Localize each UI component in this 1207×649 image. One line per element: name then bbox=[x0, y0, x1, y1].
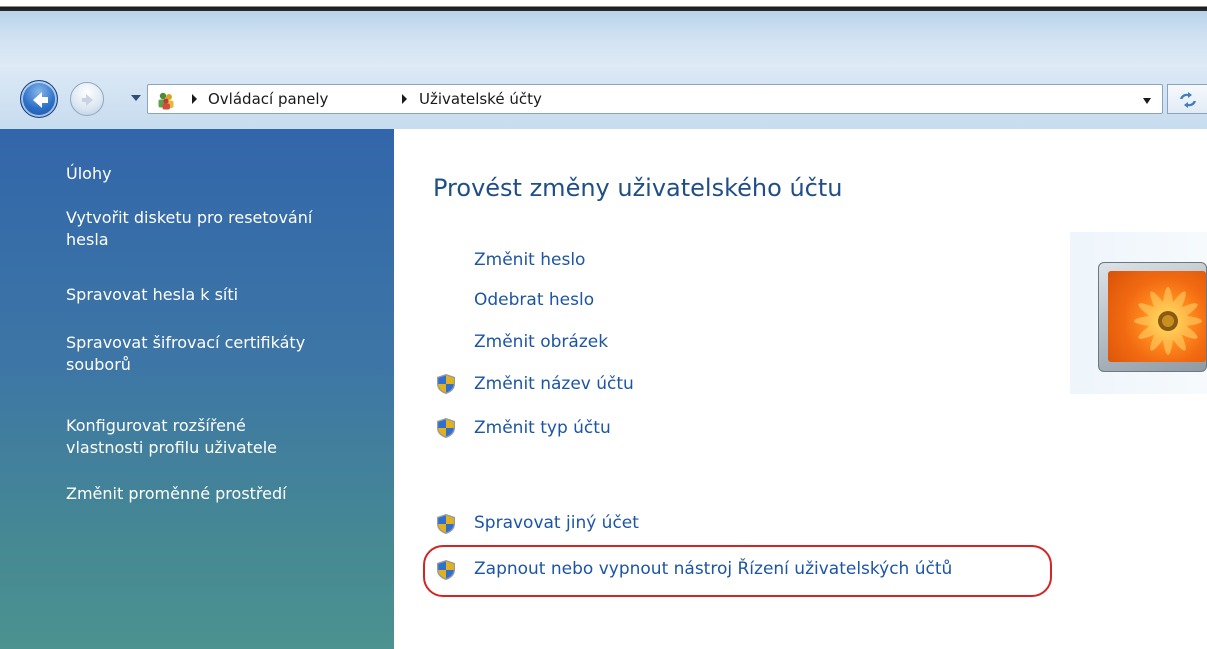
sidebar-item-label: Vytvořit disketu pro resetování bbox=[66, 208, 313, 227]
sidebar-item-label: hesla bbox=[66, 230, 109, 249]
refresh-button[interactable] bbox=[1167, 84, 1207, 114]
address-bar[interactable]: Ovládací panely Uživatelské účty bbox=[147, 84, 1163, 114]
recent-pages-dropdown[interactable] bbox=[130, 93, 142, 103]
window-top-edge bbox=[0, 0, 1207, 11]
users-icon bbox=[158, 92, 174, 110]
refresh-icon bbox=[1180, 92, 1196, 108]
sidebar-item-label: souborů bbox=[66, 355, 131, 374]
change-account-type-link[interactable]: Změnit typ účtu bbox=[474, 418, 611, 438]
change-account-name-link[interactable]: Změnit název účtu bbox=[474, 374, 634, 394]
uac-shield-icon bbox=[437, 374, 455, 394]
avatar-picture bbox=[1108, 271, 1206, 362]
sidebar-item-label: Změnit proměnné prostředí bbox=[66, 484, 287, 503]
back-arrow-icon bbox=[33, 92, 48, 108]
toggle-uac-link[interactable]: Zapnout nebo vypnout nástroj Řízení uživ… bbox=[474, 559, 952, 579]
remove-password-link[interactable]: Odebrat heslo bbox=[474, 290, 594, 310]
forward-button[interactable] bbox=[70, 82, 104, 116]
breadcrumb-control-panel[interactable]: Ovládací panely bbox=[208, 90, 328, 108]
manage-other-account-link[interactable]: Spravovat jiný účet bbox=[474, 513, 639, 533]
sidebar-item-reset-disk[interactable]: Vytvořit disketu pro resetování hesla bbox=[66, 207, 386, 251]
back-button[interactable] bbox=[20, 80, 58, 118]
uac-shield-icon bbox=[437, 514, 455, 534]
uac-shield-icon bbox=[437, 418, 455, 438]
sidebar-heading: Úlohy bbox=[66, 164, 112, 183]
tasks-sidebar: Úlohy Vytvořit disketu pro resetování he… bbox=[0, 129, 394, 649]
change-picture-link[interactable]: Změnit obrázek bbox=[474, 332, 608, 352]
page-title: Provést změny uživatelského účtu bbox=[433, 174, 843, 202]
sidebar-item-advanced-profile[interactable]: Konfigurovat rozšířené vlastnosti profil… bbox=[66, 415, 386, 459]
sidebar-item-label: Spravovat šifrovací certifikáty bbox=[66, 333, 306, 352]
chevron-down-icon[interactable] bbox=[1142, 97, 1152, 105]
sidebar-item-environment-variables[interactable]: Změnit proměnné prostředí bbox=[66, 483, 386, 505]
avatar[interactable] bbox=[1098, 262, 1207, 372]
title-bar bbox=[0, 11, 1207, 67]
breadcrumb-separator-icon[interactable] bbox=[400, 93, 408, 105]
flower-icon bbox=[1134, 287, 1202, 355]
change-password-link[interactable]: Změnit heslo bbox=[474, 250, 585, 270]
sidebar-item-label: Konfigurovat rozšířené bbox=[66, 416, 246, 435]
navigation-bar: Ovládací panely Uživatelské účty bbox=[0, 67, 1207, 129]
sidebar-item-network-passwords[interactable]: Spravovat hesla k síti bbox=[66, 284, 386, 306]
forward-arrow-icon bbox=[82, 94, 93, 106]
sidebar-item-encryption-certificates[interactable]: Spravovat šifrovací certifikáty souborů bbox=[66, 332, 386, 376]
breadcrumb-user-accounts[interactable]: Uživatelské účty bbox=[419, 90, 542, 108]
sidebar-item-label: vlastnosti profilu uživatele bbox=[66, 438, 277, 457]
breadcrumb-separator-icon[interactable] bbox=[190, 93, 198, 105]
sidebar-item-label: Spravovat hesla k síti bbox=[66, 285, 239, 304]
uac-shield-icon bbox=[437, 560, 455, 580]
